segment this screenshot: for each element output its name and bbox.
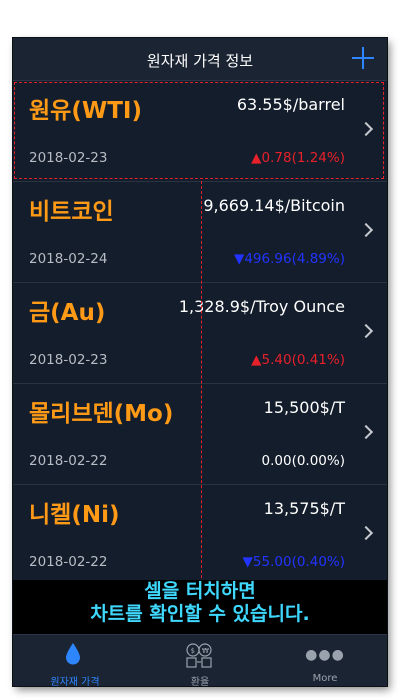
chevron-right-icon [358,424,374,440]
tab-bar: 원자재 가격 $ ₩ 환율 ●●● More [13,634,387,686]
tab-label: 환율 [190,677,210,686]
item-name: 비트코인 [29,199,114,225]
item-name: 금(Au) [29,300,106,326]
svg-text:$: $ [191,647,195,655]
item-date: 2018-02-24 [29,251,108,267]
item-change: ▼496.96(4.89%) [233,251,345,267]
tutorial-overlay: 셀을 터치하면 차트를 확인할 수 있습니다. [13,580,387,634]
list-item[interactable]: 금(Au) 1,328.9$/Troy Ounce 2018-02-23 ▲5.… [13,283,387,384]
svg-text:₩: ₩ [202,647,209,655]
list-item[interactable]: 몰리브덴(Mo) 15,500$/T 2018-02-22 0.00(0.00%… [13,384,387,485]
item-price: 9,669.14$/Bitcoin [203,196,345,215]
chevron-right-icon [358,323,374,339]
item-name: 원유(WTI) [29,98,142,124]
item-change: ▼55.00(0.40%) [242,554,345,570]
item-date: 2018-02-23 [29,150,108,166]
add-button[interactable] [349,44,377,72]
chevron-right-icon [358,525,374,541]
overlay-text-line2: 차트를 확인할 수 있습니다. [90,603,310,625]
item-date: 2018-02-23 [29,352,108,368]
drop-icon [66,643,80,665]
item-change: ▲0.78(1.24%) [251,150,345,166]
exchange-icon: $ ₩ [186,643,212,668]
item-price: 1,328.9$/Troy Ounce [178,297,345,316]
commodity-list: 원유(WTI) 63.55$/barrel 2018-02-23 ▲0.78(1… [13,81,387,586]
item-price: 15,500$/T [263,398,345,417]
item-change: 0.00(0.00%) [261,453,345,469]
item-change: ▲5.40(0.41%) [251,352,345,368]
chevron-right-icon [358,121,374,137]
tab-more[interactable]: ●●● More [263,635,387,686]
list-item[interactable]: 원유(WTI) 63.55$/barrel 2018-02-23 ▲0.78(1… [13,81,387,182]
item-price: 13,575$/T [263,499,345,518]
navigation-bar: 원자재 가격 정보 [13,38,387,81]
item-name: 몰리브덴(Mo) [29,401,174,427]
list-item[interactable]: 비트코인 9,669.14$/Bitcoin 2018-02-24 ▼496.9… [13,182,387,283]
overlay-text-line1: 셀을 터치하면 [144,580,256,602]
tab-exchange-rate[interactable]: $ ₩ 환율 [138,635,262,686]
item-name: 니켈(Ni) [29,502,120,528]
item-date: 2018-02-22 [29,453,108,469]
tab-label: 원자재 가격 [50,677,100,686]
tab-commodity-price[interactable]: 원자재 가격 [13,635,137,686]
chevron-right-icon [358,222,374,238]
tab-label: More [312,673,338,684]
more-dots-icon: ●●● [305,647,345,663]
pointer-line [201,181,202,613]
item-price: 63.55$/barrel [236,95,345,114]
page-title: 원자재 가격 정보 [146,52,254,70]
list-item[interactable]: 니켈(Ni) 13,575$/T 2018-02-22 ▼55.00(0.40%… [13,485,387,586]
item-date: 2018-02-22 [29,554,108,570]
app-window: 원자재 가격 정보 원유(WTI) 63.55$/barrel 2018-02-… [13,38,387,686]
